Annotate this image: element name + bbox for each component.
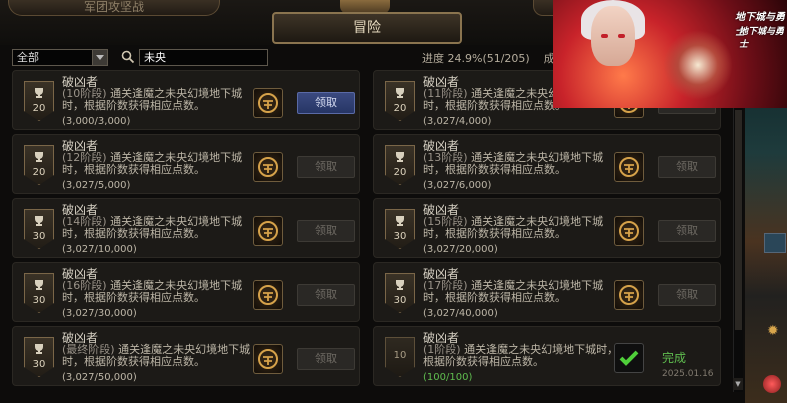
- trophy-icon: [35, 152, 43, 162]
- reward-emblem-icon[interactable]: [614, 152, 644, 182]
- achievement-card: 20 破凶者 (10阶段) 通关逢魔之未央幻境地下城时，根据阶数获得相应点数。 (3,…: [12, 70, 360, 130]
- ad-fighters-art: [663, 30, 733, 100]
- scrollbar[interactable]: [733, 70, 743, 392]
- reward-emblem-icon[interactable]: [253, 88, 283, 118]
- ad-character-face: [591, 6, 635, 66]
- achievement-progress: (3,027/40,000): [423, 308, 498, 319]
- scrollbar-thumb[interactable]: [735, 110, 742, 330]
- ad-logo-small: 地下城与勇士: [739, 27, 785, 50]
- reward-emblem-icon[interactable]: [253, 280, 283, 310]
- reward-emblem-icon[interactable]: [253, 216, 283, 246]
- category-select-value: 全部: [17, 51, 39, 64]
- claim-button[interactable]: 领取: [297, 92, 355, 114]
- achievement-desc: (14阶段) 通关逢魔之未央幻境地下城时，根据阶数获得相应点数。: [62, 216, 262, 240]
- achievement-progress: (3,027/4,000): [423, 116, 492, 127]
- achievement-desc: (最终阶段) 通关逢魔之未央幻境地下城时，根据阶数获得相应点数。: [62, 344, 262, 368]
- points-badge: 20: [24, 81, 54, 121]
- trophy-icon: [396, 88, 404, 98]
- points-value: 30: [393, 295, 407, 306]
- gear-icon[interactable]: ✹: [767, 323, 779, 339]
- scroll-down-button[interactable]: ▼: [733, 378, 743, 390]
- points-badge: 30: [385, 209, 415, 249]
- progress-text: 进度 24.9%(51/205) 成: [422, 50, 555, 66]
- achievement-card: 20 破凶者 (13阶段) 通关逢魔之未央幻境地下城时，根据阶数获得相应点数。 (3,…: [373, 134, 721, 194]
- points-badge: 30: [24, 337, 54, 377]
- points-value: 30: [32, 295, 46, 306]
- chevron-down-icon[interactable]: [92, 50, 107, 65]
- category-select[interactable]: 全部: [12, 49, 108, 66]
- achievement-progress: (3,027/50,000): [62, 372, 137, 383]
- claim-button[interactable]: 领取: [297, 220, 355, 242]
- points-badge: 30: [24, 273, 54, 313]
- achievement-desc: (12阶段) 通关逢魔之未央幻境地下城时，根据阶数获得相应点数。: [62, 152, 262, 176]
- notification-orb-icon[interactable]: [763, 375, 781, 393]
- achievement-progress: (3,027/6,000): [423, 180, 492, 191]
- reward-emblem-icon[interactable]: [614, 280, 644, 310]
- achievement-progress: (3,027/10,000): [62, 244, 137, 255]
- reward-emblem-icon[interactable]: [614, 216, 644, 246]
- achievement-card: 30 破凶者 (17阶段) 通关逢魔之未央幻境地下城时，根据阶数获得相应点数。 (3,…: [373, 262, 721, 322]
- achievement-progress: (3,027/30,000): [62, 308, 137, 319]
- claim-button[interactable]: 领取: [297, 284, 355, 306]
- points-badge: 10: [385, 337, 415, 377]
- search-input[interactable]: 未央: [139, 49, 268, 66]
- ad-character-eye: [618, 34, 625, 38]
- claim-button[interactable]: 领取: [297, 156, 355, 178]
- claim-button[interactable]: 领取: [658, 284, 716, 306]
- complete-date: 2025.01.16: [662, 369, 714, 379]
- search-icon: [121, 50, 135, 64]
- achievement-card: 30 破凶者 (15阶段) 通关逢魔之未央幻境地下城时，根据阶数获得相应点数。 (3,…: [373, 198, 721, 258]
- ad-character-eye: [601, 34, 608, 38]
- points-value: 20: [32, 167, 46, 178]
- trophy-icon: [35, 280, 43, 290]
- achievement-progress: (3,027/20,000): [423, 244, 498, 255]
- tab-adventure[interactable]: 冒险: [272, 12, 462, 44]
- achievement-card: 20 破凶者 (12阶段) 通关逢魔之未央幻境地下城时，根据阶数获得相应点数。 (3,…: [12, 134, 360, 194]
- claim-button[interactable]: 领取: [658, 156, 716, 178]
- achievement-desc: (13阶段) 通关逢魔之未央幻境地下城时，根据阶数获得相应点数。: [423, 152, 623, 176]
- progress-label: 进度 24.9%(51/205): [422, 52, 530, 65]
- trophy-icon: [35, 216, 43, 226]
- trophy-icon: [396, 152, 404, 162]
- points-value: 30: [393, 231, 407, 242]
- points-badge: 30: [385, 273, 415, 313]
- reward-emblem-icon[interactable]: [253, 152, 283, 182]
- claim-button[interactable]: 领取: [658, 220, 716, 242]
- achievement-card: 30 破凶者 (16阶段) 通关逢魔之未央幻境地下城时，根据阶数获得相应点数。 (3,…: [12, 262, 360, 322]
- points-value: 30: [32, 359, 46, 370]
- achievement-card: 30 破凶者 (最终阶段) 通关逢魔之未央幻境地下城时，根据阶数获得相应点数。 (3,…: [12, 326, 360, 386]
- achievement-desc: (1阶段) 通关逢魔之未央幻境地下城时，根据阶数获得相应点数。: [423, 344, 623, 368]
- chest-icon: [764, 233, 786, 253]
- completed-check-icon: [614, 343, 644, 373]
- achievement-desc: (17阶段) 通关逢魔之未央幻境地下城时，根据阶数获得相应点数。: [423, 280, 623, 304]
- trophy-icon: [396, 280, 404, 290]
- points-value: 30: [32, 231, 46, 242]
- points-badge: 20: [385, 145, 415, 185]
- reward-emblem-icon[interactable]: [253, 344, 283, 374]
- achievement-progress: (3,027/5,000): [62, 180, 131, 191]
- achievement-progress: (3,000/3,000): [62, 116, 131, 127]
- claim-button[interactable]: 领取: [297, 348, 355, 370]
- tab-legion-siege[interactable]: 军团攻坚战: [8, 0, 220, 16]
- achievement-desc: (10阶段) 通关逢魔之未央幻境地下城时，根据阶数获得相应点数。: [62, 88, 262, 112]
- achievement-desc: (15阶段) 通关逢魔之未央幻境地下城时，根据阶数获得相应点数。: [423, 216, 623, 240]
- achievement-card: 10 破凶者 (1阶段) 通关逢魔之未央幻境地下城时，根据阶数获得相应点数。 (100…: [373, 326, 721, 386]
- achievement-desc: (16阶段) 通关逢魔之未央幻境地下城时，根据阶数获得相应点数。: [62, 280, 262, 304]
- promo-ad-banner[interactable]: 地下城与勇士 地下城与勇士: [553, 0, 787, 108]
- points-value: 20: [393, 103, 407, 114]
- points-value: 20: [393, 167, 407, 178]
- achievement-progress: (100/100): [423, 372, 473, 383]
- achievement-card: 30 破凶者 (14阶段) 通关逢魔之未央幻境地下城时，根据阶数获得相应点数。 (3,…: [12, 198, 360, 258]
- points-value: 10: [393, 350, 407, 361]
- trophy-icon: [396, 216, 404, 226]
- complete-label: 完成: [662, 351, 687, 365]
- trophy-icon: [35, 88, 43, 98]
- points-badge: 20: [24, 145, 54, 185]
- trophy-icon: [35, 344, 43, 354]
- points-badge: 30: [24, 209, 54, 249]
- achievement-list: 20 破凶者 (10阶段) 通关逢魔之未央幻境地下城时，根据阶数获得相应点数。 (3,…: [0, 70, 745, 403]
- points-badge: 20: [385, 81, 415, 121]
- points-value: 20: [32, 103, 46, 114]
